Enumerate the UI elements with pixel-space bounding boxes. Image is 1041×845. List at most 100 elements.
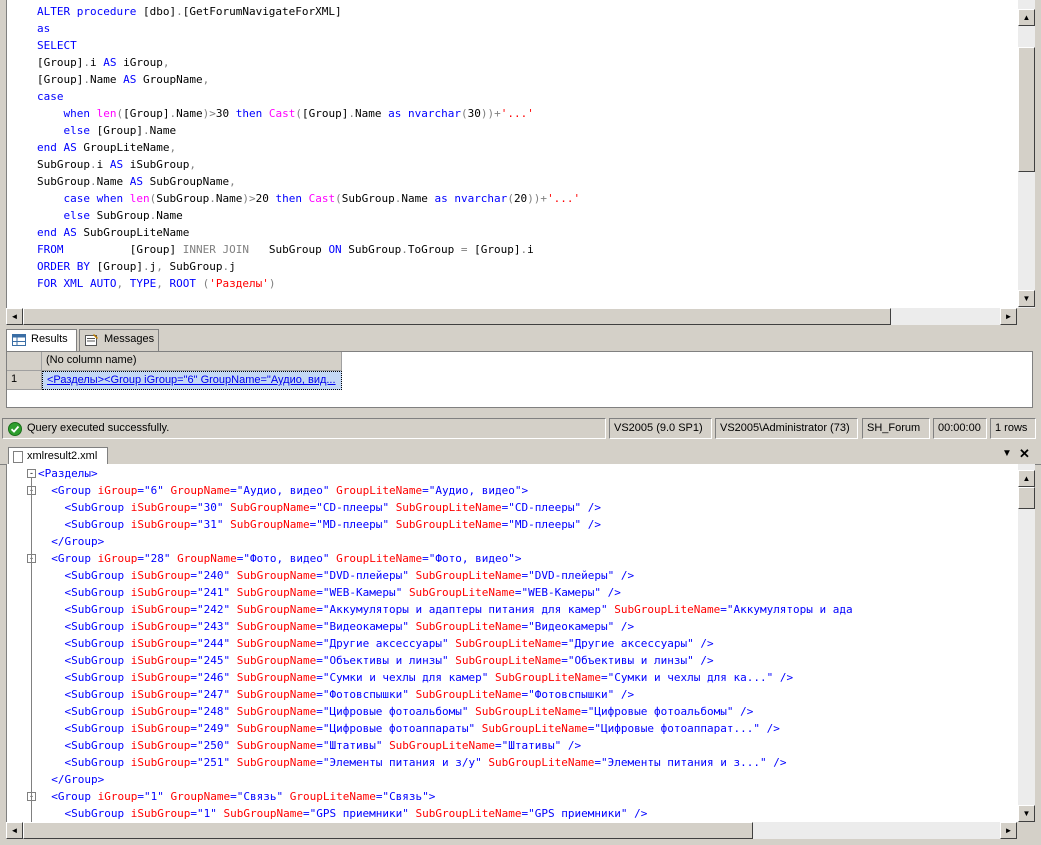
sql-token: '...' [500,107,534,120]
scroll-thumb[interactable] [23,822,753,839]
xml-line[interactable]: </Group> [38,771,853,788]
xml-token: "> [514,484,529,497]
results-grid[interactable]: (No column name) 1 <Разделы><Group iGrou… [6,351,1033,408]
sql-line[interactable]: SELECT [37,37,580,54]
xml-token: =" [514,586,529,599]
xml-code[interactable]: <Разделы> <Group iGroup="6" GroupName="А… [38,465,853,822]
xml-line[interactable]: <SubGroup iSubGroup="1" SubGroupName="GP… [38,805,853,822]
sql-line[interactable]: as [37,20,580,37]
grid-xml-cell-link[interactable]: <Разделы><Group iGroup="6" GroupName="Ау… [42,371,342,390]
xml-line[interactable]: </Group> [38,533,853,550]
sql-token: iSubGroup [123,158,190,171]
scroll-up-button[interactable]: ▲ [1018,9,1035,26]
tab-dropdown-icon[interactable]: ▼ [1002,448,1012,459]
xml-token: Видеокамеры [534,620,608,633]
tab-results[interactable]: Results [6,329,77,352]
close-icon[interactable]: ✕ [1019,446,1030,462]
xml-token: CD-плееры [514,501,575,514]
xml-line[interactable]: <SubGroup iSubGroup="30" SubGroupName="C… [38,499,853,516]
sql-line[interactable]: ALTER procedure [dbo].[GetForumNavigateF… [37,3,580,20]
status-user: VS2005\Administrator (73) [715,418,858,439]
sql-line[interactable]: when len([Group].Name)>30 then Cast([Gro… [37,105,580,122]
xml-horizontal-scrollbar[interactable]: ◄ ► [6,822,1017,839]
sql-line[interactable]: SubGroup.Name AS SubGroupName, [37,173,580,190]
xml-line[interactable]: <SubGroup iSubGroup="248" SubGroupName="… [38,703,853,720]
xml-line[interactable]: <SubGroup iSubGroup="240" SubGroupName="… [38,567,853,584]
xml-token: iSubGroup [130,569,191,582]
sql-line[interactable]: FOR XML AUTO, TYPE, ROOT ('Разделы') [37,275,580,292]
sql-horizontal-scrollbar[interactable]: ◄ ► [6,308,1017,325]
xml-line[interactable]: <SubGroup iSubGroup="251" SubGroupName="… [38,754,853,771]
xml-line[interactable]: <SubGroup iSubGroup="244" SubGroupName="… [38,635,853,652]
xml-line[interactable]: <SubGroup iSubGroup="243" SubGroupName="… [38,618,853,635]
xml-token: " [468,722,482,735]
scroll-thumb[interactable] [1018,487,1035,509]
scroll-right-button[interactable]: ► [1000,822,1017,839]
xml-line[interactable]: <Group iGroup="1" GroupName="Связь" Grou… [38,788,853,805]
sql-token: ))+ [527,192,548,205]
xml-indent [38,535,51,548]
xml-line[interactable]: <SubGroup iSubGroup="250" SubGroupName="… [38,737,853,754]
scroll-left-button[interactable]: ◄ [6,308,23,325]
sql-token: SubGroup [341,192,395,205]
sql-token: j [229,260,236,273]
scroll-thumb[interactable] [23,308,891,325]
sql-query-editor[interactable]: ALTER procedure [dbo].[GetForumNavigateF… [6,0,1018,308]
xml-token: =" [316,671,330,684]
sql-token: AS [129,175,143,188]
scroll-down-button[interactable]: ▼ [1018,805,1035,822]
sql-line[interactable]: FROM [Group] INNER JOIN SubGroup ON SubG… [37,241,580,258]
xml-vertical-scrollbar[interactable]: ▲ ▼ [1018,464,1035,822]
xml-line[interactable]: <Group iGroup="6" GroupName="Аудио, виде… [38,482,853,499]
scroll-right-button[interactable]: ► [1000,308,1017,325]
xml-line[interactable]: <SubGroup iSubGroup="249" SubGroupName="… [38,720,853,737]
sql-line[interactable]: else [Group].Name [37,122,580,139]
scroll-left-button[interactable]: ◄ [6,822,23,839]
sql-vertical-scrollbar[interactable]: ▲ ▼ [1018,0,1035,308]
xml-line[interactable]: <Разделы> [38,465,853,482]
sql-token: FOR XML AUTO [37,277,117,290]
xml-line[interactable]: <Group iGroup="28" GroupName="Фото, виде… [38,550,853,567]
grid-row-number[interactable]: 1 [7,371,42,390]
query-status-bar: Query executed successfully. VS2005 (9.0… [0,418,1041,440]
xml-token: =" [316,603,330,616]
sql-token: else [63,124,97,137]
sql-line[interactable]: [Group].i AS iGroup, [37,54,580,71]
xml-line[interactable]: <SubGroup iSubGroup="31" SubGroupName="M… [38,516,853,533]
xml-line[interactable]: <SubGroup iSubGroup="247" SubGroupName="… [38,686,853,703]
sql-code[interactable]: ALTER procedure [dbo].[GetForumNavigateF… [37,3,580,292]
sql-line[interactable]: end AS GroupLiteName, [37,139,580,156]
sql-token: ( [507,192,514,205]
sql-line[interactable]: case when len(SubGroup.Name)>20 then Cas… [37,190,581,207]
sql-token: Name [354,107,389,120]
xml-indent [38,671,65,684]
collapse-node-icon[interactable]: - [27,469,36,478]
xml-line[interactable]: <SubGroup iSubGroup="245" SubGroupName="… [38,652,853,669]
xml-token: " [395,586,409,599]
xml-token: 28 [150,552,164,565]
sql-line[interactable]: end AS SubGroupLiteName [37,224,580,241]
sql-line[interactable]: ORDER BY [Group].j, SubGroup.j [37,258,580,275]
xml-line[interactable]: <SubGroup iSubGroup="241" SubGroupName="… [38,584,853,601]
xml-token: iSubGroup [130,671,191,684]
grid-corner[interactable] [7,352,42,371]
xml-result-editor[interactable]: ---- <Разделы> <Group iGroup="6" GroupNa… [6,464,1018,822]
scroll-up-button[interactable]: ▲ [1018,470,1035,487]
status-message: Query executed successfully. [27,422,170,434]
sql-line[interactable]: else SubGroup.Name [37,207,580,224]
sql-token: ( [295,107,302,120]
xml-token: SubGroupName [236,654,317,667]
tab-xmlresult2[interactable]: xmlresult2.xml [8,447,109,465]
sql-line[interactable]: [Group].Name AS GroupName, [37,71,580,88]
xml-indent [38,790,51,803]
sql-line[interactable]: SubGroup.i AS iSubGroup, [37,156,580,173]
sql-token: . [401,243,408,256]
xml-line[interactable]: <SubGroup iSubGroup="242" SubGroupName="… [38,601,853,618]
scroll-thumb[interactable] [1018,47,1035,172]
scroll-down-button[interactable]: ▼ [1018,290,1035,307]
xml-line[interactable]: <SubGroup iSubGroup="246" SubGroupName="… [38,669,853,686]
sql-line[interactable]: case [37,88,580,105]
xml-token: DVD-плейеры [329,569,403,582]
tab-messages[interactable]: Messages [79,329,159,351]
grid-column-header[interactable]: (No column name) [42,352,342,371]
